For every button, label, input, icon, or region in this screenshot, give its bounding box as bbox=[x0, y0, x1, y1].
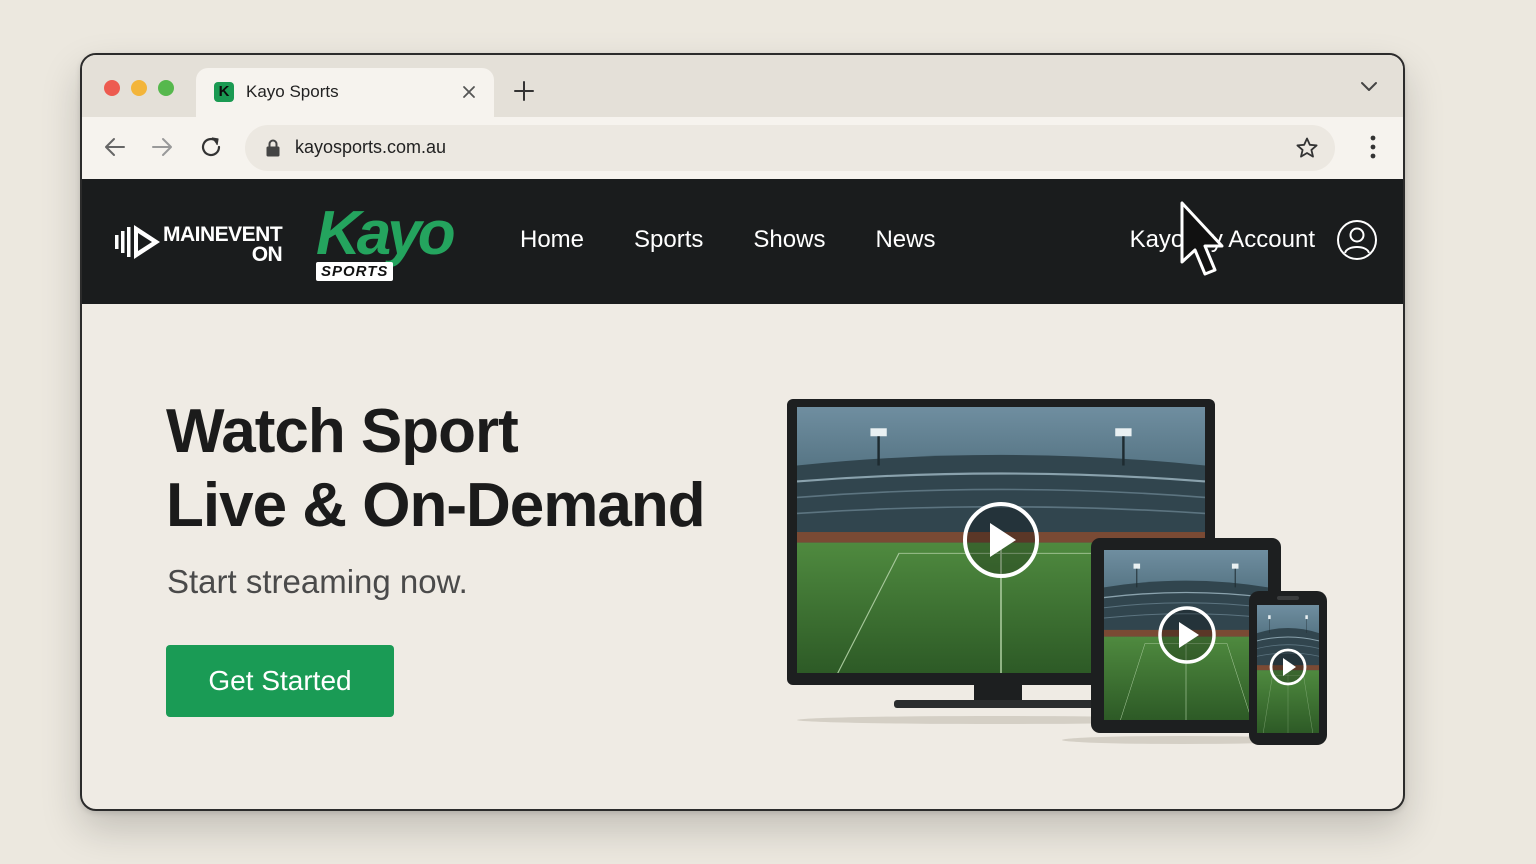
get-started-button[interactable]: Get Started bbox=[166, 645, 394, 717]
mainevent-emblem-icon bbox=[115, 225, 160, 259]
url-text: kayosports.com.au bbox=[295, 137, 447, 157]
window-controls bbox=[104, 80, 174, 96]
kayo-wordmark: Kayo bbox=[316, 199, 456, 268]
hero-title-line2: Live & On-Demand bbox=[166, 471, 706, 540]
more-vert-icon[interactable] bbox=[1369, 134, 1377, 160]
hero-title: Watch Sport Live & On-Demand bbox=[166, 395, 706, 543]
hero-subtitle: Start streaming now. bbox=[167, 563, 468, 600]
play-icon bbox=[1269, 648, 1307, 686]
user-account-icon[interactable] bbox=[1336, 219, 1378, 261]
close-icon[interactable] bbox=[460, 83, 478, 101]
maximize-window-button[interactable] bbox=[158, 80, 174, 96]
nav-news[interactable]: News bbox=[875, 226, 935, 254]
main-nav: Home Sports Shows News bbox=[520, 226, 935, 254]
star-icon[interactable] bbox=[1295, 136, 1319, 160]
kayo-sports-logo[interactable]: Kayo SPORTS bbox=[314, 199, 456, 286]
browser-window: K Kayo Sports kayosports.com.au MAINEVEN… bbox=[80, 53, 1405, 811]
mouse-pointer-icon bbox=[1180, 201, 1224, 276]
mainevent-line2: ON bbox=[251, 243, 283, 266]
phone-device bbox=[1249, 591, 1327, 745]
reload-icon[interactable] bbox=[198, 134, 224, 160]
devices-illustration bbox=[787, 399, 1327, 745]
plus-icon[interactable] bbox=[512, 79, 536, 103]
forward-arrow-icon[interactable] bbox=[149, 134, 175, 160]
tab-kayo-sports[interactable]: K Kayo Sports bbox=[196, 68, 494, 117]
lock-icon bbox=[266, 139, 280, 157]
play-icon bbox=[963, 502, 1039, 578]
play-icon bbox=[1158, 606, 1216, 664]
minimize-window-button[interactable] bbox=[131, 80, 147, 96]
address-bar[interactable]: kayosports.com.au bbox=[245, 125, 1335, 171]
kayo-favicon-icon: K bbox=[214, 82, 234, 102]
nav-home[interactable]: Home bbox=[520, 226, 584, 254]
mainevent-wordmark: MAINEVENT ON bbox=[163, 223, 283, 266]
browser-toolbar: kayosports.com.au bbox=[82, 117, 1403, 179]
mainevent-line1: MAINEVENT bbox=[163, 223, 283, 246]
tab-title: Kayo Sports bbox=[246, 82, 339, 101]
nav-sports[interactable]: Sports bbox=[634, 226, 703, 254]
hero-title-line1: Watch Sport bbox=[166, 397, 519, 466]
chevron-down-icon[interactable] bbox=[1359, 79, 1379, 95]
tab-strip: K Kayo Sports bbox=[82, 55, 1403, 117]
nav-shows[interactable]: Shows bbox=[753, 226, 825, 254]
back-arrow-icon[interactable] bbox=[102, 134, 128, 160]
close-window-button[interactable] bbox=[104, 80, 120, 96]
mainevent-on-logo[interactable]: MAINEVENT ON bbox=[115, 219, 295, 269]
kayo-sports-tag: SPORTS bbox=[316, 262, 394, 281]
